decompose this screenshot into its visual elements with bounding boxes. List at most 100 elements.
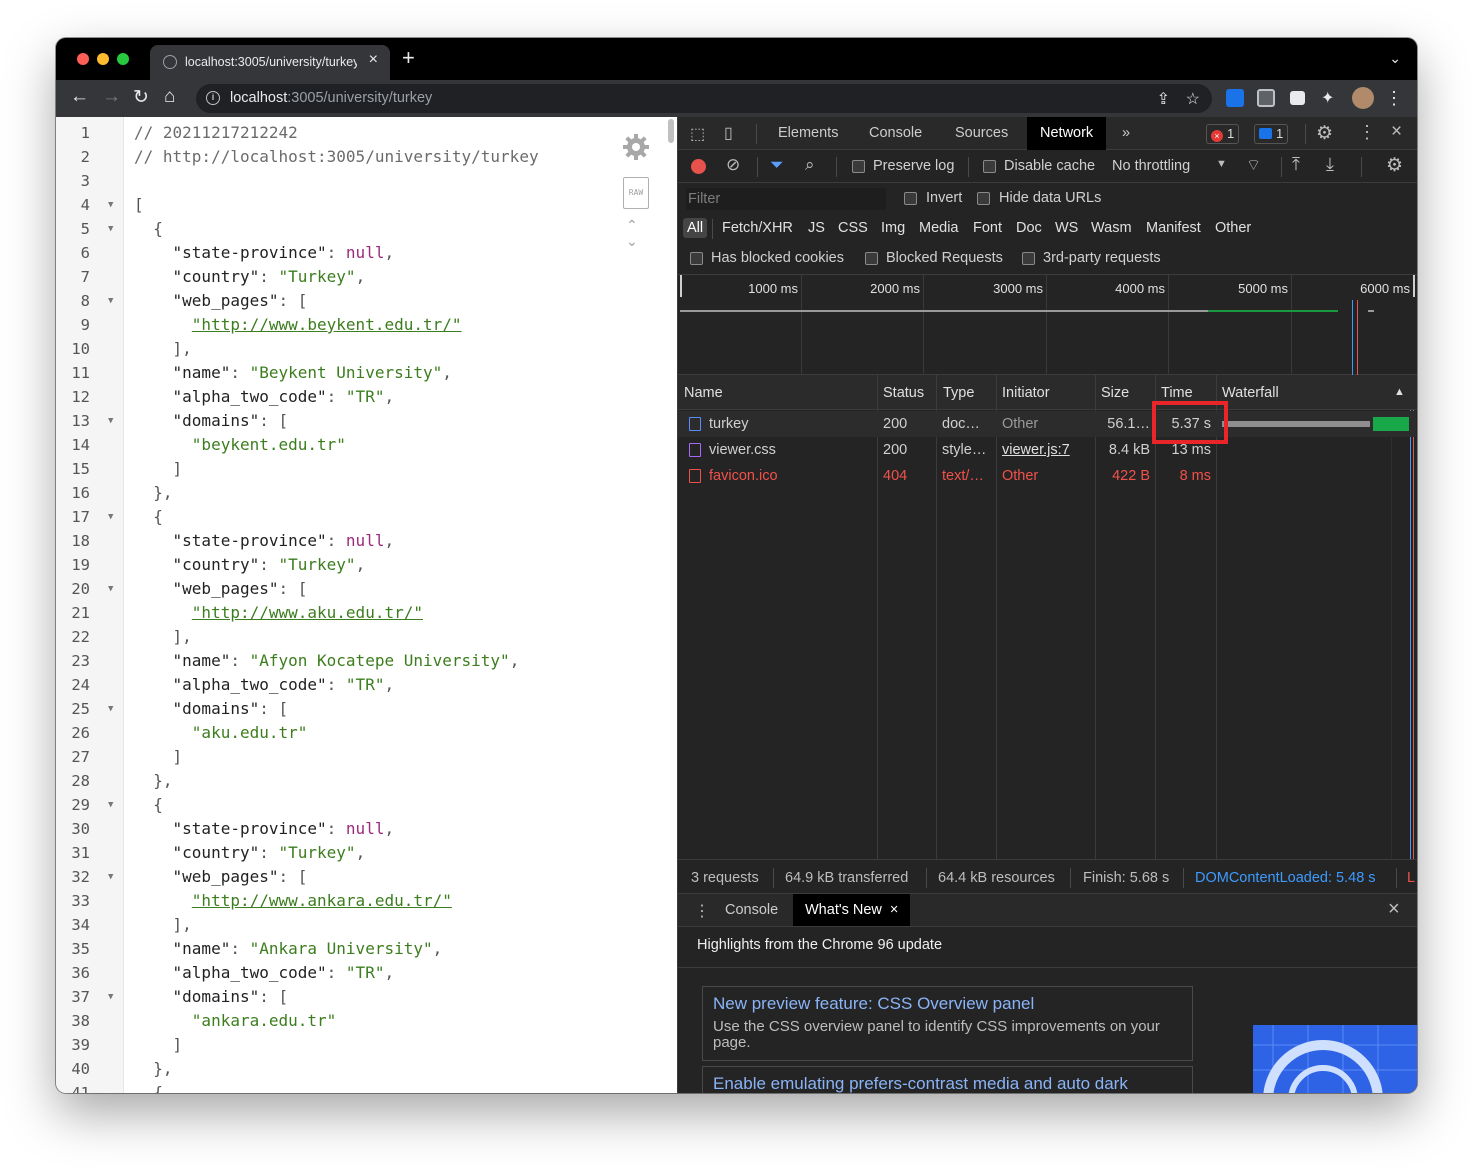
fold-toggle-icon[interactable]: ▼ xyxy=(108,985,113,1009)
type-filter-js[interactable]: JS xyxy=(808,220,825,236)
url-link[interactable]: "http://www.beykent.edu.tr/" xyxy=(192,315,462,334)
network-conditions-icon[interactable]: ⌔ xyxy=(1246,155,1261,175)
url-link[interactable]: "http://www.aku.edu.tr/" xyxy=(192,603,423,622)
cell-name[interactable]: viewer.css xyxy=(709,442,874,458)
network-settings-gear-icon[interactable]: ⚙ xyxy=(1386,154,1403,177)
type-filter-media[interactable]: Media xyxy=(919,220,959,236)
video-extension-icon[interactable] xyxy=(1290,91,1305,105)
close-devtools-icon[interactable]: × xyxy=(1391,121,1402,143)
close-whats-new-icon[interactable]: × xyxy=(890,902,898,918)
hide-data-urls-checkbox[interactable] xyxy=(977,192,990,205)
request-row[interactable]: viewer.css 200 style… viewer.js:7 8.4 kB 13 m… xyxy=(678,437,1416,463)
extensions-puzzle-icon[interactable]: ✦ xyxy=(1321,88,1334,108)
more-tabs-icon[interactable]: » xyxy=(1122,125,1130,141)
zoom-window-button[interactable] xyxy=(117,53,129,65)
error-count-badge[interactable]: × 1 xyxy=(1206,124,1240,144)
type-filter-img[interactable]: Img xyxy=(881,220,905,236)
type-filter-fetch-xhr[interactable]: Fetch/XHR xyxy=(722,220,793,236)
disable-cache-checkbox[interactable] xyxy=(983,160,996,173)
col-time[interactable]: Time xyxy=(1161,385,1193,401)
third-party-checkbox[interactable] xyxy=(1022,252,1035,265)
sort-ascending-icon[interactable]: ▲ xyxy=(1394,386,1405,398)
feature-card[interactable]: New preview feature: CSS Overview panel … xyxy=(702,986,1193,1061)
search-icon[interactable]: ⌕ xyxy=(805,155,815,175)
printer-extension-icon[interactable] xyxy=(1257,89,1275,107)
network-overview[interactable]: 1000 ms 2000 ms 3000 ms 4000 ms 5000 ms … xyxy=(678,275,1417,375)
close-drawer-icon[interactable]: × xyxy=(1388,898,1400,921)
type-filter-wasm[interactable]: Wasm xyxy=(1091,220,1132,236)
has-blocked-cookies-checkbox[interactable] xyxy=(690,252,703,265)
fold-toggle-icon[interactable]: ▼ xyxy=(108,793,113,817)
type-filter-manifest[interactable]: Manifest xyxy=(1146,220,1201,236)
col-size[interactable]: Size xyxy=(1101,385,1129,401)
blocked-requests-checkbox[interactable] xyxy=(865,252,878,265)
drawer-tab-whats-new[interactable]: What's New × xyxy=(793,894,911,926)
preserve-log-checkbox[interactable] xyxy=(852,160,865,173)
import-har-icon[interactable]: ⤒ xyxy=(1292,154,1300,175)
throttling-select[interactable]: No throttling xyxy=(1112,158,1190,174)
fold-toggle-icon[interactable]: ▼ xyxy=(108,193,113,217)
feature-card-title[interactable]: New preview feature: CSS Overview panel xyxy=(713,994,1034,1014)
col-waterfall[interactable]: Waterfall xyxy=(1222,385,1279,401)
url-link[interactable]: "http://www.ankara.edu.tr/" xyxy=(192,891,452,910)
drawer-menu-icon[interactable]: ⋮ xyxy=(694,901,710,921)
feature-card[interactable]: Enable emulating prefers-contrast media … xyxy=(702,1066,1193,1093)
tab-console[interactable]: Console xyxy=(869,125,922,141)
overview-right-handle[interactable] xyxy=(1413,275,1415,297)
profile-avatar[interactable] xyxy=(1352,87,1374,109)
col-name[interactable]: Name xyxy=(684,385,723,401)
type-filter-ws[interactable]: WS xyxy=(1055,220,1078,236)
translate-extension-icon[interactable] xyxy=(1226,89,1244,107)
overview-left-handle[interactable] xyxy=(680,275,682,297)
throttling-dropdown-icon[interactable]: ▼ xyxy=(1216,158,1227,170)
cell-name[interactable]: favicon.ico xyxy=(709,468,874,484)
tab-close-icon[interactable]: × xyxy=(369,51,378,69)
close-window-button[interactable] xyxy=(77,53,89,65)
type-filter-css[interactable]: CSS xyxy=(838,220,868,236)
fold-toggle-icon[interactable]: ▼ xyxy=(108,217,113,241)
back-icon[interactable]: ← xyxy=(70,86,89,108)
home-icon[interactable]: ⌂ xyxy=(164,86,175,108)
filter-funnel-icon[interactable]: ⏷ xyxy=(770,155,784,175)
raw-view-icon[interactable]: RAW xyxy=(623,177,649,209)
fold-toggle-icon[interactable]: ▼ xyxy=(108,409,113,433)
viewer-settings-gear-icon[interactable] xyxy=(622,133,650,161)
col-type[interactable]: Type xyxy=(943,385,974,401)
cell-initiator[interactable]: viewer.js:7 xyxy=(1002,442,1092,458)
message-count-badge[interactable]: 1 xyxy=(1254,124,1289,144)
drawer-tab-console[interactable]: Console xyxy=(725,902,778,918)
fold-toggle-icon[interactable]: ▼ xyxy=(108,865,113,889)
reload-icon[interactable]: ↻ xyxy=(133,86,149,109)
share-icon[interactable]: ⇪ xyxy=(1157,89,1170,109)
type-filter-all[interactable]: All xyxy=(683,218,708,238)
bookmark-star-icon[interactable]: ☆ xyxy=(1186,89,1200,109)
request-row[interactable]: turkey 200 doc… Other 56.1… 5.37 s xyxy=(678,411,1416,437)
fold-toggle-icon[interactable]: ▼ xyxy=(108,697,113,721)
type-filter-font[interactable]: Font xyxy=(973,220,1002,236)
type-filter-other[interactable]: Other xyxy=(1215,220,1251,236)
minimize-window-button[interactable] xyxy=(97,53,109,65)
address-bar[interactable]: i localhost:3005/university/turkey ⇪ ☆ xyxy=(196,84,1212,113)
tab-elements[interactable]: Elements xyxy=(778,125,838,141)
filter-input[interactable]: Filter xyxy=(686,188,886,210)
fold-toggle-icon[interactable]: ▼ xyxy=(108,577,113,601)
collapse-expand-icon[interactable]: ⌃ ⌄ xyxy=(626,217,638,249)
feature-card-title[interactable]: Enable emulating prefers-contrast media … xyxy=(713,1074,1128,1093)
browser-menu-icon[interactable]: ⋮ xyxy=(1385,88,1403,109)
tab-network[interactable]: Network xyxy=(1027,117,1107,150)
inspect-element-icon[interactable]: ⬚ xyxy=(690,124,705,144)
tab-search-chevron-icon[interactable]: ⌄ xyxy=(1389,50,1401,67)
forward-icon[interactable]: → xyxy=(102,86,121,108)
record-icon[interactable] xyxy=(691,159,706,174)
export-har-icon[interactable]: ⤓ xyxy=(1326,154,1334,175)
fold-toggle-icon[interactable]: ▼ xyxy=(108,505,113,529)
col-initiator[interactable]: Initiator xyxy=(1002,385,1050,401)
invert-checkbox[interactable] xyxy=(904,192,917,205)
devtools-menu-icon[interactable]: ⋮ xyxy=(1358,122,1376,143)
clear-icon[interactable]: ⊘ xyxy=(726,155,740,175)
type-filter-doc[interactable]: Doc xyxy=(1016,220,1042,236)
new-tab-icon[interactable]: + xyxy=(402,47,415,69)
site-info-icon[interactable]: i xyxy=(206,91,220,105)
device-toolbar-icon[interactable]: ▯ xyxy=(724,123,733,143)
devtools-settings-gear-icon[interactable]: ⚙ xyxy=(1316,122,1333,145)
